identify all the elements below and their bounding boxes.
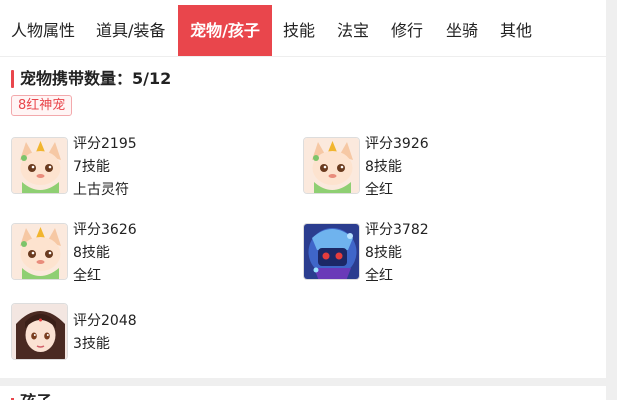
fox-spirit-avatar	[11, 137, 68, 194]
pet-skill-count: 8技能	[365, 159, 402, 175]
child-girl-avatar	[11, 303, 68, 360]
pet-skill-count: 8技能	[365, 245, 402, 261]
pet-score: 评分3782	[365, 222, 429, 238]
pet-note: 全红	[365, 182, 393, 198]
pet-card[interactable]: 评分2048 3技能	[11, 303, 291, 383]
tab-items-equipment[interactable]: 道具/装备	[96, 5, 165, 56]
pet-card[interactable]: 评分2195 7技能 上古灵符	[11, 135, 291, 205]
pet-card[interactable]: 评分3782 8技能 全红	[303, 221, 583, 291]
fox-spirit-avatar	[303, 137, 360, 194]
right-gutter	[606, 0, 617, 400]
armored-beast-avatar	[303, 223, 360, 280]
tab-pets-children[interactable]: 宠物/孩子	[178, 5, 272, 56]
pet-note: 全红	[73, 268, 101, 284]
next-section-panel: 孩子	[0, 386, 606, 400]
pet-score: 评分2195	[73, 136, 137, 152]
pet-score: 评分2048	[73, 313, 137, 329]
tab-other[interactable]: 其他	[500, 5, 532, 56]
pet-tag-badge: 8红神宠	[11, 95, 73, 116]
section-divider	[0, 378, 606, 386]
section-accent-bar	[11, 70, 14, 88]
tab-bar: 人物属性 道具/装备 宠物/孩子 技能 法宝 修行 坐骑 其他	[0, 5, 606, 57]
tab-mounts[interactable]: 坐骑	[446, 5, 478, 56]
pet-skill-count: 3技能	[73, 336, 110, 352]
fox-spirit-avatar	[11, 223, 68, 280]
pet-card[interactable]: 评分3626 8技能 全红	[11, 221, 291, 291]
children-section-title: 孩子	[20, 392, 52, 400]
tab-magic-treasure[interactable]: 法宝	[337, 5, 369, 56]
tab-cultivation[interactable]: 修行	[391, 5, 423, 56]
pet-card[interactable]: 评分3926 8技能 全红	[303, 135, 583, 205]
pet-skill-count: 8技能	[73, 245, 110, 261]
pet-count-title: 宠物携带数量：5/12	[20, 69, 172, 88]
content-panel: 人物属性 道具/装备 宠物/孩子 技能 法宝 修行 坐骑 其他 宠物携带数量：5…	[0, 0, 606, 378]
pet-note: 全红	[365, 268, 393, 284]
tab-character-attributes[interactable]: 人物属性	[11, 5, 75, 56]
pet-note: 上古灵符	[73, 182, 129, 198]
tab-skills[interactable]: 技能	[283, 5, 315, 56]
pet-skill-count: 7技能	[73, 159, 110, 175]
pet-score: 评分3626	[73, 222, 137, 238]
pet-score: 评分3926	[365, 136, 429, 152]
